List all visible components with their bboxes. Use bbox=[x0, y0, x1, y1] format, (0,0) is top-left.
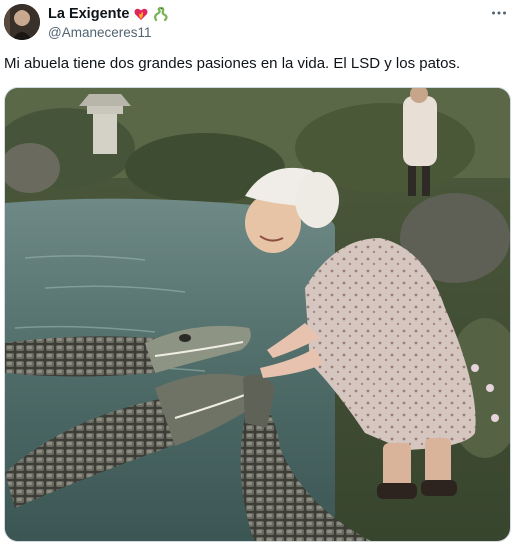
user-handle[interactable]: @Amaneceres11 bbox=[48, 25, 169, 40]
more-options-button[interactable] bbox=[488, 2, 510, 24]
snake-emoji bbox=[153, 6, 169, 22]
photo-grandma-with-alligators bbox=[5, 88, 510, 541]
name-row: La Exigente bbox=[48, 4, 169, 24]
tweet-media-photo[interactable] bbox=[4, 87, 511, 542]
tweet-card: La Exigente @Amaneceres11 Mi abuela tien… bbox=[0, 0, 516, 547]
tweet-text: Mi abuela tiene dos grandes pasiones en … bbox=[4, 55, 461, 72]
tweet-header: La Exigente @Amaneceres11 bbox=[48, 4, 169, 40]
avatar-image bbox=[4, 4, 40, 40]
more-horizontal-icon bbox=[492, 11, 506, 15]
heart-on-fire-emoji bbox=[133, 6, 149, 22]
display-name[interactable]: La Exigente bbox=[48, 6, 129, 22]
avatar[interactable] bbox=[4, 4, 40, 40]
